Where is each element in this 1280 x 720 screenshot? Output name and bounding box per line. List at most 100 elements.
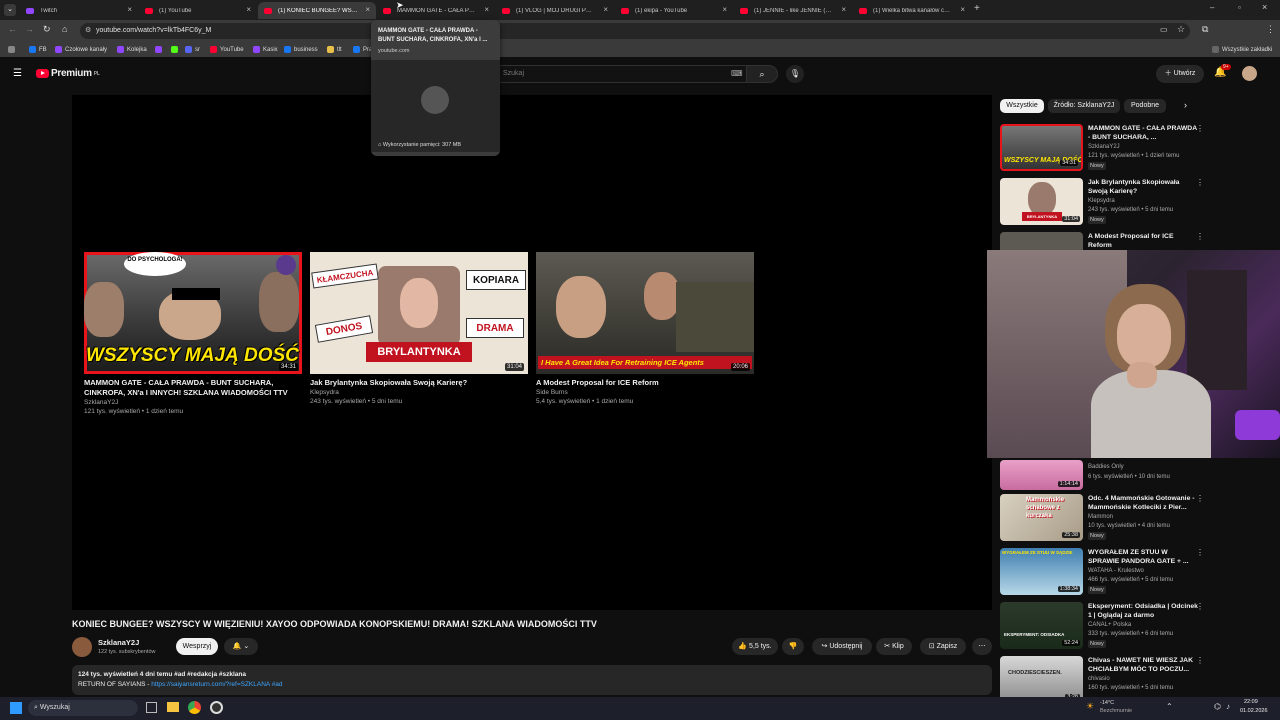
cast-icon[interactable]: ▭ [1160, 25, 1168, 34]
chevron-right-icon[interactable]: › [1184, 100, 1187, 110]
volume-icon[interactable]: ♪ [1226, 702, 1230, 711]
forward-icon[interactable]: → [25, 24, 34, 34]
start-button[interactable] [10, 702, 22, 714]
more-icon[interactable]: ⋮ [1196, 178, 1204, 187]
network-icon[interactable]: ⌬ [1214, 702, 1221, 711]
close-icon[interactable]: × [722, 5, 727, 14]
related-video[interactable]: WYGRAŁEM ZE STUU W SĄDZIE 1:38:34 WYGRAŁE… [1000, 548, 1250, 596]
save-button[interactable]: ⊡ Zapisz [920, 638, 966, 655]
more-icon[interactable]: ⋮ [1196, 656, 1204, 665]
bookmark-tlt[interactable]: tlt [327, 46, 342, 53]
chip-source[interactable]: Źródło: SzklanaY2J [1048, 99, 1120, 113]
search-button[interactable]: ⌕ [746, 65, 778, 83]
extensions-icon[interactable]: ⧉ [1202, 24, 1208, 35]
browser-tab[interactable]: Twitch × [20, 2, 138, 19]
clip-button[interactable]: ✂ Klip [876, 638, 912, 655]
maximize-button[interactable]: ▫ [1238, 3, 1241, 12]
channel-avatar[interactable] [72, 637, 92, 657]
bookmark-kasix[interactable]: Kasix [253, 46, 278, 53]
browser-tab-active[interactable]: (1) KONIEC BUNGEE? WSZYSCY× [258, 2, 376, 19]
more-icon[interactable]: ⋮ [1196, 124, 1204, 133]
browser-tab[interactable]: (1) JENNIE - like JENNIE (Offici × [734, 2, 852, 19]
support-button[interactable]: Wesprzyj [176, 638, 218, 655]
browser-tab[interactable]: (1) YouTube × [139, 2, 257, 19]
related-video[interactable]: A Modest Proposal for ICE Reform ⋮ [1000, 232, 1250, 250]
dislike-button[interactable]: 👎 [782, 638, 804, 655]
new-tab-button[interactable]: + [974, 3, 980, 14]
endscreen-card[interactable]: I Have A Great Idea For Retraining ICE A… [536, 252, 754, 406]
bookmark-sr[interactable]: sr [185, 46, 200, 53]
more-actions-button[interactable]: ⋯ [972, 638, 992, 655]
site-info-icon[interactable]: ⚙ [85, 23, 91, 39]
home-icon[interactable]: ⌂ [62, 24, 67, 34]
subscription-bell-button[interactable]: 🔔 ⌄ [224, 638, 258, 655]
minimize-button[interactable]: – [1210, 3, 1214, 12]
obs-icon[interactable] [210, 701, 223, 714]
bookmark-pra[interactable]: Pra [353, 46, 372, 53]
more-icon[interactable]: ⋮ [1196, 548, 1204, 557]
chip-all[interactable]: Wszystkie [1000, 99, 1044, 113]
youtube-premium-logo[interactable]: Premium PL [36, 68, 100, 79]
description-box[interactable]: 124 tys. wyświetleń 4 dni temu #ad #reda… [72, 665, 992, 695]
reload-icon[interactable]: ↻ [43, 24, 51, 35]
tab-search-icon[interactable]: ⌄ [4, 4, 16, 16]
bookmark-kolejka[interactable]: Kolejka [117, 46, 147, 53]
chip-related[interactable]: Podobne [1124, 99, 1166, 113]
like-button[interactable]: 👍 5,5 tys. [732, 638, 778, 655]
bookmark-icon[interactable] [155, 46, 165, 53]
more-icon[interactable]: ⋮ [1196, 602, 1204, 611]
windows-taskbar: ⌕ Wyszukaj ☀ -14°C Bezchmurnie ⌃ ⌬ ♪ 22:… [0, 697, 1280, 720]
endscreen-thumbnail: KŁAMCZUCHA KOPIARA DONOS DRAMA BRYLANTYN… [310, 252, 528, 374]
endscreen-card[interactable]: DO PSYCHOLOGA! WSZYSCY MAJĄ DOŚĆ 34:31 M… [84, 252, 302, 416]
close-icon[interactable]: × [246, 5, 251, 14]
bookmark-youtube[interactable]: YouTube [210, 46, 244, 53]
related-video[interactable]: BRYLANTYNKA 31:04 Jak Brylantynka Skopiow… [1000, 178, 1250, 226]
bookmark-business[interactable]: business [284, 46, 318, 53]
twitch-icon [26, 7, 34, 14]
close-icon[interactable]: × [484, 5, 489, 14]
endscreen-card[interactable]: KŁAMCZUCHA KOPIARA DONOS DRAMA BRYLANTYN… [310, 252, 528, 406]
description-link[interactable]: https://saiyansreturn.com/?ref=SZKLANA #… [151, 681, 282, 688]
related-video[interactable]: WSZYSCY MAJĄ DOŚĆ 34:31 MAMMON GATE - CAŁ… [1000, 124, 1250, 172]
search-input[interactable]: Szukaj [494, 65, 746, 83]
clock-time[interactable]: 22:09 [1244, 699, 1258, 705]
window-close-button[interactable]: × [1262, 2, 1267, 12]
clock-date[interactable]: 01.02.2026 [1240, 708, 1268, 714]
browser-tab[interactable]: (1) VLOG | MÓJ DRUGI PORÓD × [496, 2, 614, 19]
close-icon[interactable]: × [603, 5, 608, 14]
related-video[interactable]: EKSPERYMENT: ODSIADKA 52:24 Eksperyment: … [1000, 602, 1250, 650]
browser-tab-bar: ⌄ Twitch × (1) YouTube × (1) KONIEC BUNGEE… [0, 0, 1280, 20]
all-bookmarks[interactable]: Wszystkie zakładki [1212, 46, 1272, 53]
share-button[interactable]: ↪ Udostępnij [812, 638, 872, 655]
more-icon[interactable]: ⋮ [1196, 232, 1204, 241]
keyboard-icon[interactable]: ⌨ [731, 69, 743, 78]
channel-name[interactable]: SzklanaY2J [98, 638, 139, 647]
create-button[interactable]: ＋ Utwórz [1156, 65, 1204, 83]
close-icon[interactable]: × [960, 5, 965, 14]
voice-search-button[interactable]: 🎙 [786, 65, 804, 83]
hamburger-menu-icon[interactable]: ☰ [13, 68, 22, 79]
close-icon[interactable]: × [127, 5, 132, 14]
close-icon[interactable]: × [841, 5, 846, 14]
back-icon[interactable]: ← [8, 24, 17, 34]
task-view-icon[interactable] [146, 702, 157, 713]
browser-tab[interactable]: (1) ekipa - YouTube × [615, 2, 733, 19]
bookmark-fb[interactable]: FB [29, 46, 47, 53]
file-explorer-icon[interactable] [167, 702, 179, 712]
chrome-icon[interactable] [188, 701, 201, 714]
tray-chevron-icon[interactable]: ⌃ [1166, 702, 1173, 711]
apps-icon[interactable] [8, 46, 18, 53]
browser-tab[interactable]: MAMMON GATE - CAŁA PRAWD× [377, 2, 495, 19]
menu-kebab-icon[interactable]: ⋮ [1266, 24, 1275, 35]
more-icon[interactable]: ⋮ [1196, 494, 1204, 503]
bookmark-icon[interactable] [171, 46, 181, 53]
avatar[interactable] [1242, 66, 1257, 81]
bookmark-star-icon[interactable]: ☆ [1177, 24, 1185, 35]
taskbar-search[interactable]: ⌕ Wyszukaj [28, 700, 138, 716]
url-bar[interactable]: ⚙ youtube.com/watch?v=lkTb4FC6y_M [80, 23, 1190, 39]
browser-tab[interactable]: (1) Wielka bitwa kanałów come × [853, 2, 971, 19]
close-icon[interactable]: × [365, 5, 370, 14]
bookmark-czolowe[interactable]: Czołowe kanały [55, 46, 107, 53]
related-video[interactable]: Mammońskie schabowe z kurczaka 25:38 Odc.… [1000, 494, 1250, 542]
related-video[interactable]: 1:14:14 Baddies Only 6 tys. wyświetleń •… [1000, 460, 1250, 490]
